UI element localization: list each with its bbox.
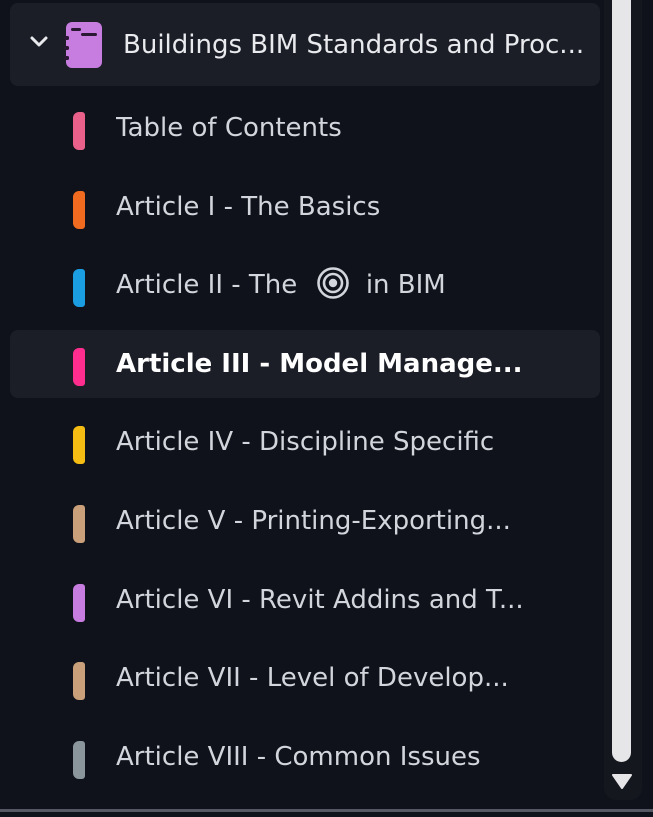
section-item-article-vi[interactable]: Article VI - Revit Addins and T... <box>10 566 600 634</box>
chevron-down-icon[interactable] <box>28 31 50 53</box>
section-item-article-v[interactable]: Article V - Printing-Exporting... <box>10 487 600 555</box>
section-label: Article VI - Revit Addins and T... <box>116 584 524 615</box>
section-item-table-of-contents[interactable]: Table of Contents <box>10 94 600 162</box>
section-label-before-icon: Article II - The <box>116 270 298 301</box>
section-label: Article II - The in BIM <box>116 265 536 305</box>
section-item-article-iii[interactable]: Article III - Model Manage... <box>10 329 600 398</box>
section-color-tab <box>73 112 85 150</box>
section-color-tab <box>73 347 85 386</box>
triangle-down-icon[interactable] <box>611 772 633 790</box>
notebook-header[interactable]: Buildings BIM Standards and Proc... <box>10 3 600 86</box>
notebook-icon <box>64 22 102 68</box>
section-label: Article VII - Level of Develop... <box>116 663 509 694</box>
section-label: Article I - The Basics <box>116 191 381 222</box>
section-color-tab <box>73 662 85 701</box>
section-list: Table of Contents Article I - The Basics… <box>0 94 600 801</box>
section-color-tab <box>73 269 85 308</box>
section-item-article-viii[interactable]: Article VIII - Common Issues <box>10 723 600 791</box>
notebook-title: Buildings BIM Standards and Proc... <box>123 30 585 60</box>
section-label: Article V - Printing-Exporting... <box>116 505 511 536</box>
notebook-navigation-pane: Buildings BIM Standards and Proc... Tabl… <box>0 0 653 817</box>
section-label: Article VIII - Common Issues <box>116 741 481 772</box>
section-color-tab <box>73 190 85 229</box>
section-item-article-i[interactable]: Article I - The Basics <box>10 173 600 241</box>
section-color-tab <box>73 504 85 543</box>
section-label: Table of Contents <box>116 113 342 143</box>
section-item-article-ii[interactable]: Article II - The in BIM <box>10 251 600 319</box>
target-eye-icon <box>316 267 349 299</box>
section-label-after-icon: in BIM <box>365 270 446 301</box>
section-color-tab <box>73 426 85 465</box>
section-label: Article III - Model Manage... <box>116 348 523 379</box>
section-color-tab <box>73 740 85 779</box>
section-color-tab <box>73 583 85 622</box>
section-label: Article IV - Discipline Specific <box>116 427 495 458</box>
bottom-divider <box>0 809 653 812</box>
section-item-article-iv[interactable]: Article IV - Discipline Specific <box>10 408 600 476</box>
scrollbar-thumb[interactable] <box>612 0 631 762</box>
section-item-article-vii[interactable]: Article VII - Level of Develop... <box>10 644 600 712</box>
